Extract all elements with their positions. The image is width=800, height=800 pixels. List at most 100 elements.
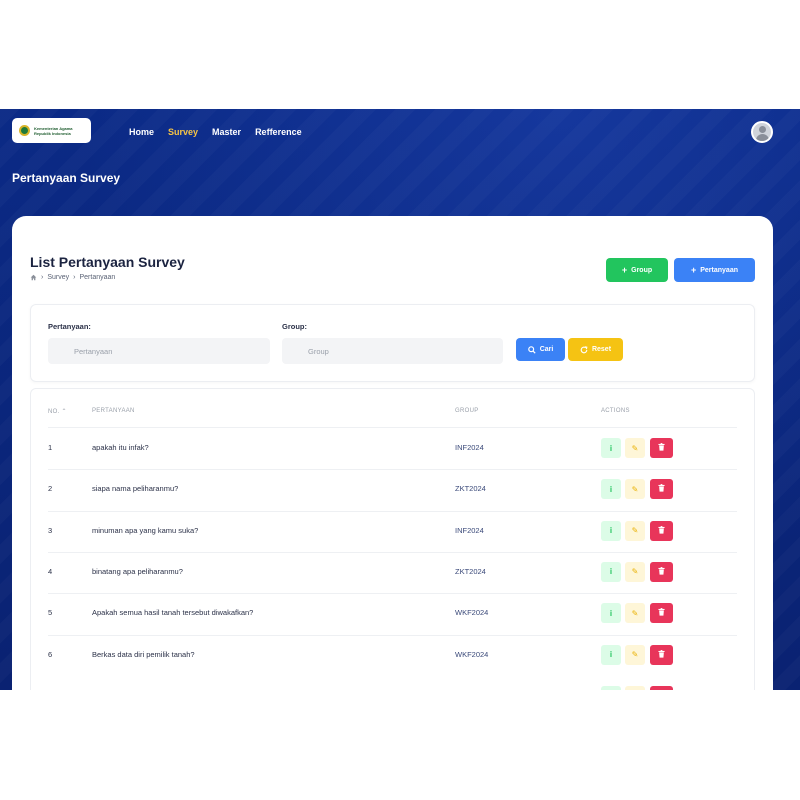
trash-icon (658, 484, 665, 494)
table-row: 3 minuman apa yang kamu suka? INF2024 i ✎ (31, 511, 756, 552)
group-search-input[interactable] (282, 338, 503, 364)
nav-item-survey[interactable]: Survey (168, 127, 198, 137)
sort-ascending-icon: ⌃ (61, 409, 67, 415)
breadcrumb-pertanyaan: Pertanyaan (79, 274, 116, 281)
edit-button[interactable]: ✎ (625, 479, 645, 500)
pertanyaan-search-input[interactable] (48, 338, 270, 364)
top-navbar: Kementerian Agama Republik Indonesia Hom… (0, 109, 800, 155)
detail-button[interactable]: i (601, 438, 621, 458)
home-icon[interactable] (30, 274, 37, 281)
column-header-no[interactable]: NO. ⌃ (48, 408, 67, 415)
pencil-icon: ✎ (631, 484, 639, 494)
row-question: minuman apa yang kamu suka? (92, 525, 199, 535)
row-number: 2 (48, 484, 53, 494)
pencil-icon: ✎ (631, 650, 639, 659)
trash-icon (658, 649, 665, 660)
row-number: 3 (48, 525, 53, 535)
card-title: List Pertanyaan Survey (30, 254, 185, 270)
delete-button[interactable] (650, 685, 673, 690)
delete-button[interactable] (650, 603, 673, 624)
detail-button[interactable]: i (601, 561, 621, 582)
row-question: Apakah semua hasil tanah tersebut diwaka… (92, 608, 254, 618)
column-header-pertanyaan: PERTANYAAN (92, 408, 135, 414)
app-shell: Kementerian Agama Republik Indonesia Hom… (0, 109, 800, 690)
info-icon: i (609, 567, 613, 577)
chevron-right-icon: › (73, 274, 76, 281)
row-question: binatang apa peliharanmu? (92, 566, 183, 576)
questions-table: NO. ⌃ PERTANYAAN GROUP ACTIONS 1 apakah i… (30, 388, 755, 690)
edit-button[interactable]: ✎ (625, 644, 645, 665)
trash-icon (658, 525, 665, 536)
avatar-head (759, 126, 766, 133)
add-pertanyaan-button[interactable]: + Pertanyaan (674, 258, 755, 282)
nav-item-master[interactable]: Master (212, 127, 241, 137)
add-pertanyaan-label: Pertanyaan (700, 266, 738, 274)
plus-icon: + (621, 264, 628, 275)
edit-button[interactable]: ✎ (625, 438, 645, 458)
content-card: List Pertanyaan Survey › Survey › Pertan… (12, 216, 773, 690)
column-header-actions: ACTIONS (601, 408, 630, 414)
info-icon: i (609, 608, 613, 618)
user-avatar[interactable] (751, 121, 773, 143)
table-row: 2 siapa nama peliharanmu? ZKT2024 i ✎ (31, 469, 756, 510)
add-group-button[interactable]: + Group (606, 258, 668, 282)
edit-button[interactable]: ✎ (625, 561, 645, 582)
avatar-body (756, 134, 769, 141)
pertanyaan-filter-label: Pertanyaan: (48, 322, 91, 331)
info-icon: i (609, 650, 613, 659)
info-icon: i (609, 443, 613, 453)
table-row-partial (31, 676, 756, 690)
chevron-right-icon: › (41, 274, 44, 281)
detail-button[interactable]: i (601, 603, 621, 624)
edit-button[interactable]: ✎ (625, 603, 645, 624)
detail-button[interactable] (601, 685, 621, 690)
brand-logo[interactable]: Kementerian Agama Republik Indonesia (12, 118, 91, 143)
row-group: INF2024 (455, 525, 484, 535)
row-question: Berkas data diri pemilik tanah? (92, 649, 195, 659)
breadcrumb: › Survey › Pertanyaan (30, 274, 115, 281)
refresh-icon (580, 345, 588, 353)
reset-button-label: Reset (591, 346, 612, 353)
plus-icon: + (690, 264, 697, 275)
edit-button[interactable] (625, 685, 645, 690)
delete-button[interactable] (650, 520, 673, 541)
row-question: apakah itu infak? (92, 443, 149, 452)
info-icon: i (609, 526, 613, 536)
row-group: ZKT2024 (455, 484, 486, 494)
search-button[interactable]: Cari (516, 338, 565, 361)
breadcrumb-survey[interactable]: Survey (47, 274, 69, 281)
filter-panel: Pertanyaan: Group: Cari Reset (30, 304, 755, 382)
reset-button[interactable]: Reset (568, 338, 623, 361)
detail-button[interactable]: i (601, 479, 621, 500)
row-number: 4 (48, 566, 53, 576)
table-row: 1 apakah itu infak? INF2024 i ✎ (31, 428, 756, 469)
column-header-no-label: NO. (48, 409, 60, 415)
edit-button[interactable]: ✎ (625, 520, 645, 541)
table-row: 6 Berkas data diri pemilik tanah? WKF2024 i… (31, 635, 756, 676)
group-filter-label: Group: (282, 322, 307, 331)
pencil-icon: ✎ (631, 526, 639, 536)
row-number: 5 (48, 608, 53, 618)
row-question: siapa nama peliharanmu? (92, 484, 179, 494)
row-number: 1 (48, 443, 53, 452)
table-row: 5 Apakah semua hasil tanah tersebut diwak… (31, 593, 756, 634)
page-heading: Pertanyaan Survey (12, 171, 121, 185)
pencil-icon: ✎ (631, 443, 639, 453)
row-group: ZKT2024 (455, 566, 486, 576)
ministry-emblem-icon (19, 125, 30, 136)
main-nav: Home Survey Master Refference (129, 109, 302, 155)
row-number: 6 (48, 649, 53, 659)
nav-item-home[interactable]: Home (129, 127, 154, 137)
logo-text: Kementerian Agama Republik Indonesia (34, 126, 73, 136)
column-header-group: GROUP (455, 408, 479, 414)
delete-button[interactable] (650, 644, 673, 665)
nav-item-refference[interactable]: Refference (255, 127, 302, 137)
delete-button[interactable] (650, 438, 673, 458)
detail-button[interactable]: i (601, 520, 621, 541)
delete-button[interactable] (650, 479, 673, 500)
detail-button[interactable]: i (601, 644, 621, 665)
row-group: WKF2024 (455, 608, 489, 618)
add-group-label: Group (631, 266, 653, 274)
pencil-icon: ✎ (631, 567, 639, 577)
delete-button[interactable] (650, 561, 673, 582)
